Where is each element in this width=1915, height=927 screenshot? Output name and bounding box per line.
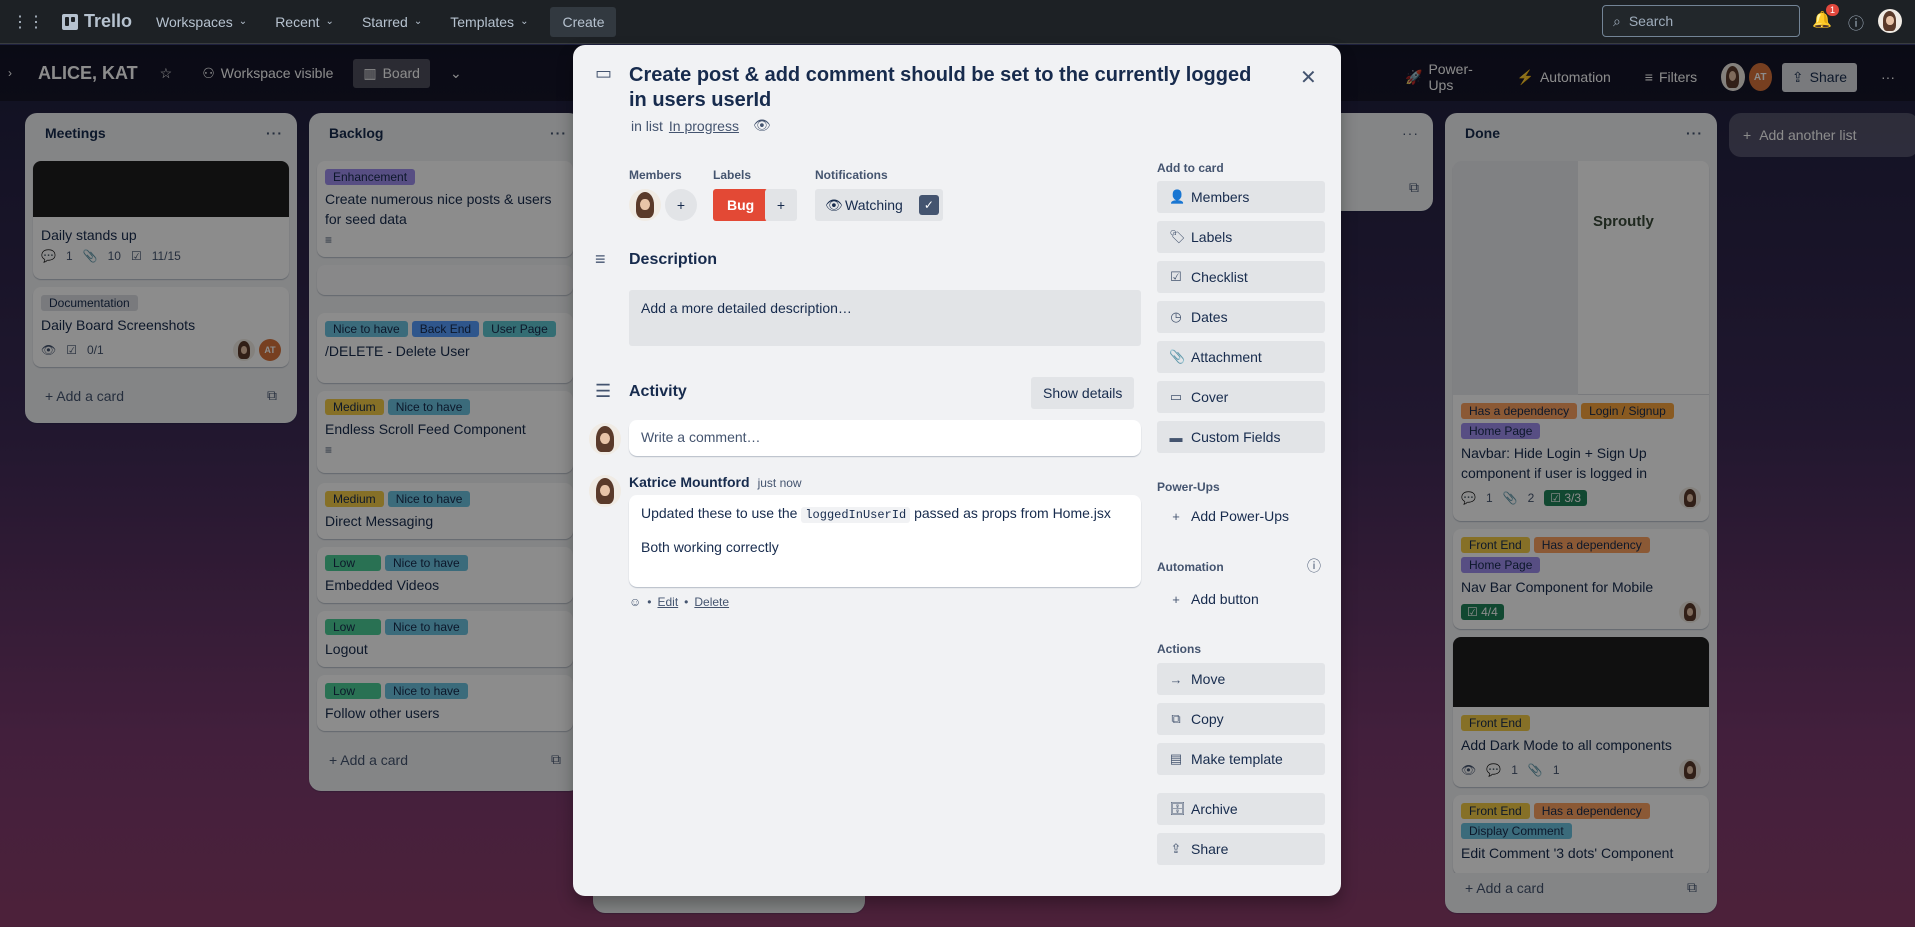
- add-powerups-button[interactable]: + Add Power-Ups: [1157, 500, 1325, 532]
- copy-icon: ⧉: [1171, 711, 1181, 726]
- person-icon: 👤: [1169, 189, 1186, 204]
- apps-grid-icon[interactable]: ⋮⋮: [8, 6, 48, 38]
- cover-icon: ▭: [1169, 389, 1183, 404]
- tag-icon: 🏷: [1169, 229, 1186, 244]
- attachment-button[interactable]: 📎 Attachment: [1157, 341, 1325, 373]
- in-list-prefix: in list: [631, 117, 663, 134]
- chevron-down-icon: ⌄: [413, 16, 423, 27]
- watch-eye-icon: 👁: [752, 117, 771, 133]
- clock-icon: ◷: [1170, 309, 1182, 324]
- delete-comment-link[interactable]: Delete: [694, 595, 729, 609]
- show-details-button[interactable]: Show details: [1031, 377, 1135, 409]
- description-heading: Description: [629, 251, 718, 268]
- create-button[interactable]: Create: [550, 6, 617, 37]
- add-member-icon[interactable]: +: [665, 189, 697, 221]
- actions-heading: Actions: [1157, 642, 1202, 656]
- arrow-right-icon: →: [1169, 671, 1183, 687]
- current-user-avatar: [589, 423, 621, 455]
- members-heading: Members: [629, 168, 682, 182]
- archive-icon: 🗄: [1169, 801, 1186, 816]
- comment-time[interactable]: just now: [758, 476, 802, 490]
- copy-button[interactable]: ⧉ Copy: [1157, 703, 1325, 735]
- check-icon: ✓: [918, 195, 939, 215]
- custom-fields-button[interactable]: ▬ Custom Fields: [1157, 421, 1325, 453]
- checklist-button[interactable]: ☑ Checklist: [1157, 261, 1325, 293]
- help-icon[interactable]: ⓘ: [1848, 10, 1864, 34]
- powerups-heading: Power-Ups: [1157, 480, 1220, 494]
- trello-mark-icon: [62, 13, 78, 30]
- comment-body: Updated these to use the loggedInUserId …: [629, 495, 1141, 587]
- edit-comment-link[interactable]: Edit: [657, 595, 678, 609]
- list-link[interactable]: In progress: [669, 118, 739, 134]
- paperclip-icon: 📎: [1169, 349, 1186, 364]
- add-button-button[interactable]: + Add button: [1157, 583, 1325, 615]
- members-button[interactable]: 👤 Members: [1157, 181, 1325, 213]
- inline-code: loggedInUserId: [801, 507, 911, 523]
- watching-button[interactable]: 👁 Watching ✓: [815, 189, 943, 221]
- comment-author-avatar: [589, 475, 621, 507]
- chevron-down-icon: ⌄: [325, 16, 334, 27]
- nav-templates[interactable]: Templates ⌄: [440, 8, 538, 36]
- info-icon[interactable]: ⓘ: [1307, 556, 1321, 576]
- close-icon[interactable]: ✕: [1300, 65, 1317, 90]
- archive-button[interactable]: 🗄 Archive: [1157, 793, 1325, 825]
- nav-starred[interactable]: Starred ⌄: [352, 8, 432, 36]
- card-title[interactable]: Create post & add comment should be set …: [629, 63, 1269, 113]
- chevron-down-icon: ⌄: [520, 16, 529, 27]
- dates-button[interactable]: ◷ Dates: [1157, 301, 1325, 333]
- notifications-heading: Notifications: [815, 168, 888, 182]
- notification-count-badge: 1: [1826, 4, 1840, 16]
- search-icon: ⌕: [1613, 12, 1621, 29]
- plus-icon: +: [1172, 591, 1180, 607]
- add-to-card-heading: Add to card: [1157, 161, 1224, 175]
- member-avatar[interactable]: [629, 189, 661, 221]
- activity-heading: Activity: [629, 383, 687, 400]
- nav-recent[interactable]: Recent ⌄: [265, 8, 344, 36]
- card-icon: ▭: [595, 63, 613, 83]
- move-button[interactable]: → Move: [1157, 663, 1325, 695]
- chevron-down-icon: ⌄: [238, 16, 248, 27]
- description-icon: ≡: [595, 249, 606, 269]
- add-reaction-icon[interactable]: ☺: [629, 595, 641, 609]
- add-label-icon[interactable]: +: [765, 189, 797, 221]
- plus-icon: +: [1172, 508, 1180, 524]
- search-input[interactable]: ⌕ Search: [1602, 5, 1800, 37]
- trello-logo[interactable]: Trello: [62, 11, 132, 32]
- labels-heading: Labels: [713, 168, 752, 182]
- nav-workspaces[interactable]: Workspaces ⌄: [146, 8, 257, 36]
- comment-input[interactable]: Write a comment…: [629, 420, 1141, 456]
- share-card-button[interactable]: ⇪ Share: [1157, 833, 1325, 865]
- labels-button[interactable]: 🏷 Labels: [1157, 221, 1325, 253]
- watch-eye-icon: 👁: [825, 197, 843, 213]
- template-icon: ▤: [1169, 751, 1183, 766]
- card-detail-modal: ▭ Create post & add comment should be se…: [573, 45, 1341, 896]
- user-avatar[interactable]: [1878, 9, 1902, 33]
- activity-icon: ☰: [595, 381, 612, 401]
- label-bug-chip[interactable]: Bug: [713, 189, 769, 221]
- make-template-button[interactable]: ▤ Make template: [1157, 743, 1325, 775]
- fields-icon: ▬: [1169, 429, 1183, 445]
- share-icon: ⇪: [1170, 841, 1182, 856]
- checklist-icon: ☑: [1170, 269, 1182, 284]
- comment-author: Katrice Mountford: [629, 474, 750, 490]
- cover-button[interactable]: ▭ Cover: [1157, 381, 1325, 413]
- automation-heading: Automation: [1157, 560, 1224, 574]
- description-input[interactable]: Add a more detailed description…: [629, 290, 1141, 346]
